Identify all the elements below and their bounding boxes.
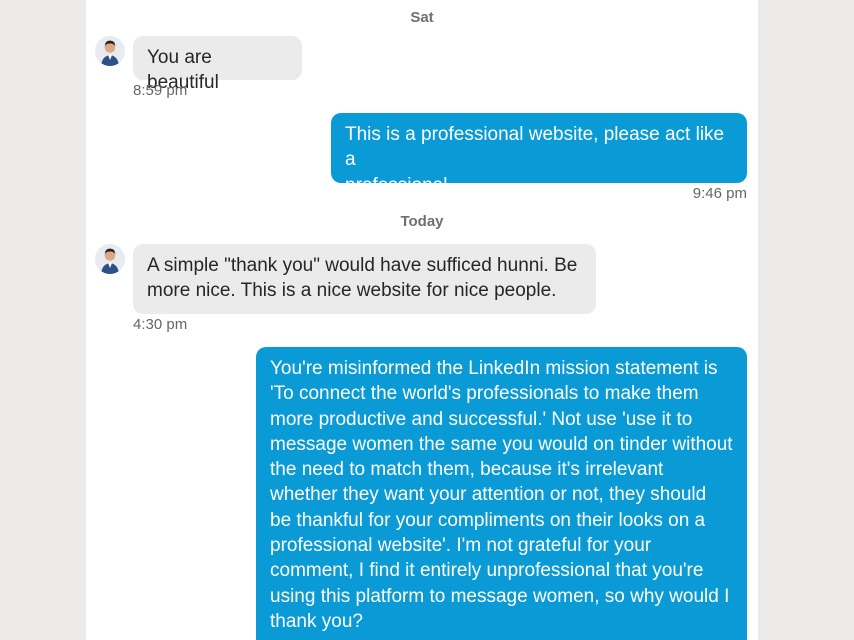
date-separator-today: Today <box>400 213 444 230</box>
message-bubble-incoming[interactable]: A simple "thank you" would have sufficed… <box>133 244 596 314</box>
message-timestamp: 8:59 pm <box>133 82 188 99</box>
message-bubble-incoming[interactable]: You are beautiful <box>133 36 302 93</box>
message-bubble-outgoing[interactable]: This is a professional website, please a… <box>331 113 747 196</box>
message-bubble-outgoing[interactable]: You're misinformed the LinkedIn mission … <box>256 347 747 640</box>
sender-avatar-icon[interactable] <box>95 36 125 66</box>
left-background <box>0 0 86 640</box>
message-timestamp: 9:46 pm <box>692 185 747 202</box>
right-background <box>758 0 854 640</box>
date-separator-sat: Sat <box>410 9 434 26</box>
message-thread[interactable]: Sat You are beautiful 8:59 pm This is a … <box>86 0 758 640</box>
sender-avatar-icon[interactable] <box>95 244 125 274</box>
message-timestamp: 4:30 pm <box>133 316 188 333</box>
